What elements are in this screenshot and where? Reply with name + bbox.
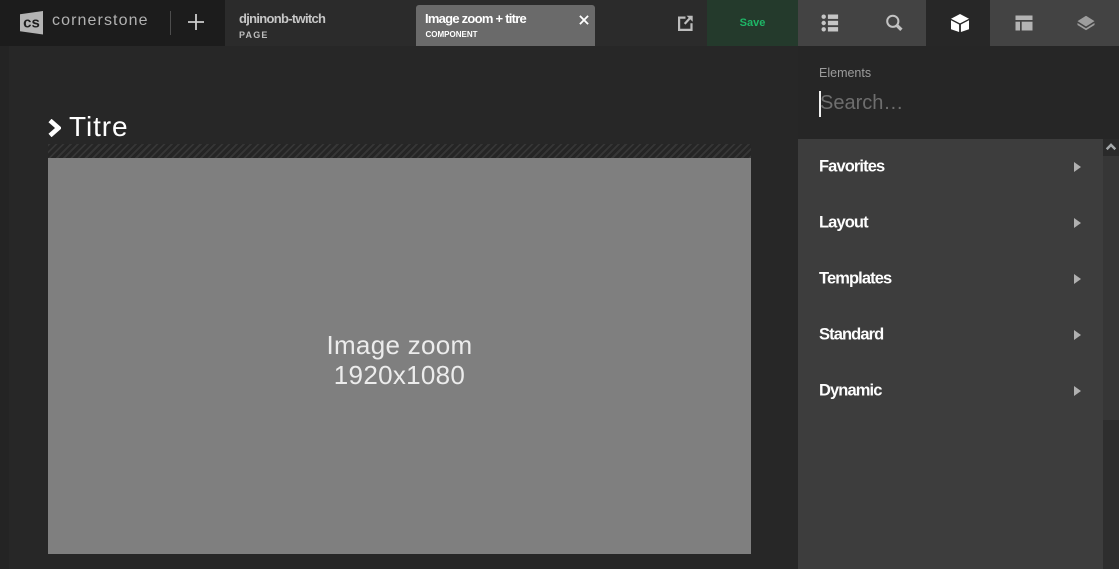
svg-text:cs: cs (23, 14, 40, 31)
